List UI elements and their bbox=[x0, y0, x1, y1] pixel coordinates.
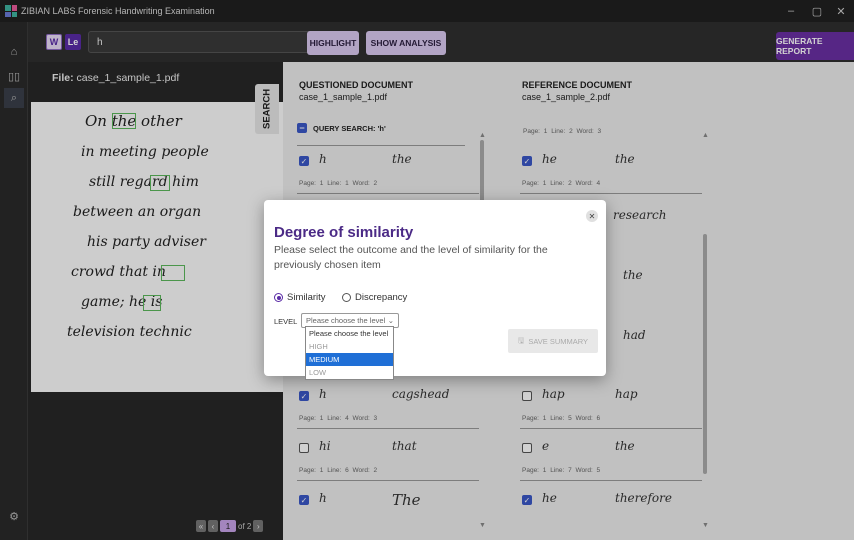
similarity-radio[interactable]: Similarity bbox=[274, 292, 326, 303]
radio-unselected-icon[interactable] bbox=[342, 293, 351, 302]
dropdown-option-low[interactable]: LOW bbox=[306, 366, 393, 379]
level-label: LEVEL bbox=[274, 317, 298, 326]
discrepancy-radio[interactable]: Discrepancy bbox=[342, 292, 407, 303]
dropdown-option-high[interactable]: HIGH bbox=[306, 340, 393, 353]
dialog-title: Degree of similarity bbox=[274, 224, 414, 241]
chevron-down-icon: ⌄ bbox=[387, 316, 394, 325]
dialog-description: Please select the outcome and the level … bbox=[274, 244, 548, 271]
dropdown-option-medium[interactable]: MEDIUM bbox=[306, 353, 393, 366]
radio-selected-icon[interactable] bbox=[274, 293, 283, 302]
level-dropdown: Please choose the level HIGH MEDIUM LOW bbox=[305, 326, 394, 380]
dropdown-option[interactable]: Please choose the level bbox=[306, 327, 393, 340]
close-icon[interactable]: ✕ bbox=[586, 210, 598, 222]
save-summary-button[interactable]: 🖫 SAVE SUMMARY bbox=[508, 329, 598, 353]
save-icon: 🖫 bbox=[517, 335, 525, 345]
